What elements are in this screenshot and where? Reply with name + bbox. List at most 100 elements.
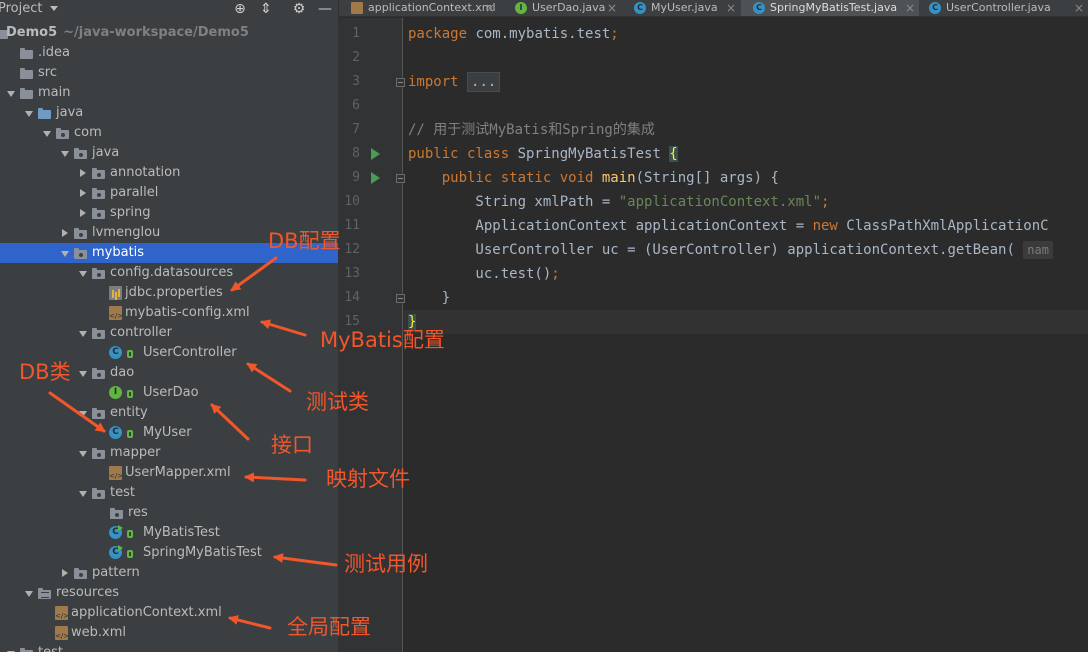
close-icon[interactable]: × xyxy=(607,0,617,16)
properties-file-icon xyxy=(109,286,122,300)
tree-item[interactable]: resources xyxy=(0,583,338,603)
editor-tab[interactable]: applicationContext.xml × xyxy=(339,0,499,16)
tree-item[interactable]: C MyBatisTest xyxy=(0,523,338,543)
fold-icon[interactable] xyxy=(396,174,405,183)
close-icon[interactable]: × xyxy=(485,0,495,16)
annotation-test-class: 测试类 xyxy=(306,390,369,414)
chevron-down-icon[interactable] xyxy=(78,443,88,463)
tree-item[interactable]: src xyxy=(0,63,338,83)
tree-item[interactable]: com xyxy=(0,123,338,143)
tree-item-label: java xyxy=(56,105,84,120)
chevron-down-icon[interactable] xyxy=(6,83,16,103)
tree-item[interactable]: test xyxy=(0,643,338,652)
chevron-down-icon[interactable] xyxy=(60,243,70,263)
collapse-all-icon[interactable]: ⇕ xyxy=(257,0,275,18)
xml-file-icon: </> xyxy=(109,306,122,320)
chevron-down-icon[interactable] xyxy=(24,583,34,603)
access-lock-icon xyxy=(127,550,133,558)
chevron-right-icon[interactable] xyxy=(78,183,88,203)
chevron-right-icon[interactable] xyxy=(60,563,70,583)
chevron-right-icon[interactable] xyxy=(60,223,70,243)
tree-item[interactable]: res xyxy=(0,503,338,523)
editor-tab[interactable]: C UserController.java × xyxy=(917,0,1088,16)
close-icon[interactable]: × xyxy=(726,0,736,16)
tab-label: SpringMyBatisTest.java xyxy=(770,1,898,14)
tree-item-label: MyUser xyxy=(143,425,192,440)
tree-item[interactable]: annotation xyxy=(0,163,338,183)
code-line: ApplicationContext applicationContext = … xyxy=(408,218,1049,234)
fold-icon[interactable] xyxy=(396,294,405,303)
chevron-down-icon[interactable] xyxy=(78,263,88,283)
tree-item[interactable]: main xyxy=(0,83,338,103)
tree-item[interactable]: </> mybatis-config.xml xyxy=(0,303,338,323)
tab-label: MyUser.java xyxy=(651,1,718,14)
tree-item[interactable]: jdbc.properties xyxy=(0,283,338,303)
tree-item[interactable]: test xyxy=(0,483,338,503)
tab-label: UserController.java xyxy=(946,1,1051,14)
chevron-down-icon[interactable] xyxy=(24,103,34,123)
class-icon: C xyxy=(109,346,122,359)
tree-item-label: test xyxy=(38,643,63,652)
locate-icon[interactable]: ⊕ xyxy=(231,0,249,18)
package-icon xyxy=(91,406,107,420)
tree-item-label: src xyxy=(38,65,57,80)
chevron-down-icon[interactable] xyxy=(78,403,88,423)
chevron-down-icon xyxy=(50,6,59,11)
tree-item-label: com xyxy=(74,125,102,140)
tree-item-label: SpringMyBatisTest xyxy=(143,545,262,560)
close-icon[interactable]: × xyxy=(1074,0,1084,16)
run-badge-icon xyxy=(118,545,123,551)
chevron-down-icon[interactable] xyxy=(78,323,88,343)
chevron-down-icon[interactable] xyxy=(78,483,88,503)
chevron-down-icon[interactable] xyxy=(6,643,16,652)
chevron-down-icon[interactable] xyxy=(78,363,88,383)
tree-item[interactable]: java xyxy=(0,143,338,163)
tree-item[interactable]: I UserDao xyxy=(0,383,338,403)
access-lock-icon xyxy=(127,430,133,438)
chevron-right-icon[interactable] xyxy=(78,203,88,223)
tree-item[interactable]: C SpringMyBatisTest xyxy=(0,543,338,563)
gear-icon[interactable]: ⚙ xyxy=(290,0,308,18)
tree-item[interactable]: .idea xyxy=(0,43,338,63)
tree-item[interactable]: pattern xyxy=(0,563,338,583)
run-gutter-icon[interactable] xyxy=(371,148,380,160)
folder-icon xyxy=(19,646,35,652)
tree-item[interactable]: </> UserMapper.xml xyxy=(0,463,338,483)
tree-item[interactable]: java xyxy=(0,103,338,123)
run-badge-icon xyxy=(118,525,123,531)
editor-tab[interactable]: C SpringMyBatisTest.java × xyxy=(741,0,919,16)
tree-item[interactable]: entity xyxy=(0,403,338,423)
run-gutter-icon[interactable] xyxy=(371,172,380,184)
access-lock-icon xyxy=(127,350,133,358)
access-lock-icon xyxy=(127,390,133,398)
annotation-test-case: 测试用例 xyxy=(344,552,428,576)
tab-label: UserDao.java xyxy=(532,1,606,14)
folder-icon xyxy=(19,66,35,80)
editor-tab[interactable]: C MyUser.java × xyxy=(622,0,740,16)
tree-item[interactable]: config.datasources xyxy=(0,263,338,283)
code-editor[interactable]: 1 2 3 6 7 8 9 10 11 12 13 14 15 package com.mybatis.… xyxy=(339,18,1088,652)
xml-file-icon: </> xyxy=(109,466,122,480)
folder-icon xyxy=(19,46,35,60)
package-icon xyxy=(73,146,89,160)
line-number: 3 xyxy=(352,74,360,89)
tree-item-label: Demo5 ~/java-workspace/Demo5 xyxy=(6,25,249,40)
tree-item[interactable]: spring xyxy=(0,203,338,223)
fold-icon[interactable] xyxy=(396,78,405,87)
project-view-selector[interactable]: Project xyxy=(0,1,59,16)
chevron-right-icon[interactable] xyxy=(78,163,88,183)
line-number: 10 xyxy=(344,194,360,209)
chevron-down-icon[interactable] xyxy=(42,123,52,143)
tree-item[interactable]: Demo5 ~/java-workspace/Demo5 xyxy=(0,23,338,43)
interface-icon: I xyxy=(109,386,122,399)
package-icon xyxy=(91,186,107,200)
annotation-db-config: DB配置 xyxy=(268,229,341,253)
tree-item-label: dao xyxy=(110,365,135,380)
minimize-icon[interactable]: — xyxy=(316,0,334,18)
close-icon[interactable]: × xyxy=(905,0,915,16)
chevron-down-icon[interactable] xyxy=(60,143,70,163)
tree-item[interactable]: controller xyxy=(0,323,338,343)
tree-item[interactable]: parallel xyxy=(0,183,338,203)
editor-tab-bar: applicationContext.xml × I UserDao.java × C My… xyxy=(339,0,1088,17)
editor-tab[interactable]: I UserDao.java × xyxy=(503,0,621,16)
